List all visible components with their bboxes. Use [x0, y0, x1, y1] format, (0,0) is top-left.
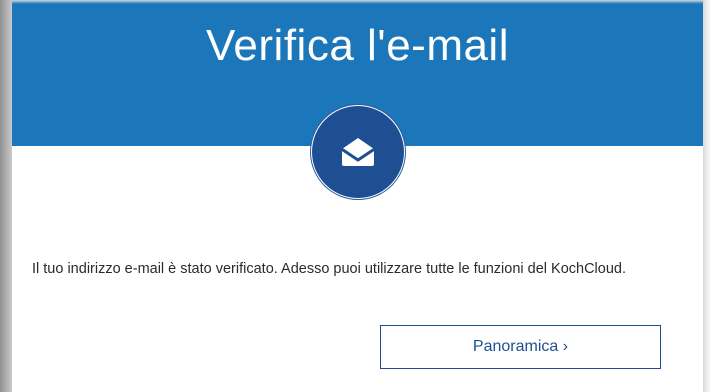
overview-button[interactable]: Panoramica › — [380, 325, 661, 369]
left-window-edge — [0, 0, 12, 392]
screenshot-frame: Verifica l'e-mail Il tuo indirizzo e-mai… — [0, 0, 711, 392]
verification-card: Verifica l'e-mail Il tuo indirizzo e-mai… — [12, 0, 703, 392]
right-window-edge — [703, 0, 711, 392]
email-badge — [312, 106, 404, 198]
top-edge-shade — [12, 0, 703, 4]
verification-message: Il tuo indirizzo e-mail è stato verifica… — [32, 261, 627, 277]
open-envelope-icon — [341, 138, 375, 166]
page-title: Verifica l'e-mail — [206, 21, 509, 70]
